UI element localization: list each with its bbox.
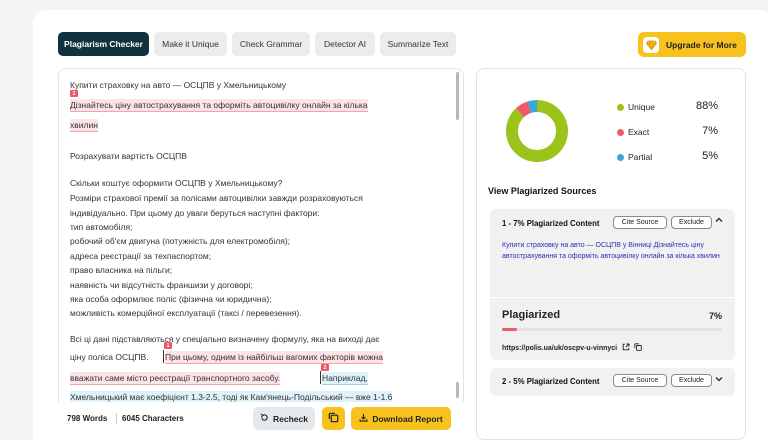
- partial-label: Partial: [628, 152, 653, 162]
- source-heading: 1 - 7% Plagiarized Content: [502, 219, 600, 228]
- plagiarized-label: Plagiarized: [502, 309, 561, 321]
- refresh-icon: [260, 413, 269, 424]
- text-line: адреса реєстрації за техпаспортом;: [70, 251, 212, 261]
- upgrade-button[interactable]: Upgrade for More: [638, 32, 746, 57]
- donut-chart: [505, 100, 568, 162]
- copy-icon: [328, 410, 339, 428]
- cite-source-button[interactable]: Cite Source: [613, 216, 667, 229]
- editor-scrollbar[interactable]: [456, 72, 459, 120]
- highlight-exact[interactable]: вважати саме місто реєстрації транспортн…: [70, 372, 281, 385]
- highlight-exact[interactable]: Дізнайтесь ціну автострахування та оформ…: [70, 99, 368, 112]
- text-line: Скільки коштує оформити ОСЦПВ у Хмельниц…: [70, 178, 283, 188]
- partial-value: 5%: [702, 150, 718, 162]
- source-snippet: Купити страховку на авто — ОСЦПВ у Вінни…: [502, 242, 720, 260]
- tab-make-it-unique[interactable]: Make it Unique: [154, 32, 227, 56]
- text-line: Наприклад,: [322, 372, 368, 385]
- text-line: При цьому, одним із найбільш вагомих фак…: [165, 351, 383, 364]
- text-caret: [320, 371, 321, 384]
- exact-value: 7%: [702, 125, 718, 137]
- match-marker[interactable]: 2: [321, 364, 329, 371]
- tab-check-grammar[interactable]: Check Grammar: [232, 32, 310, 56]
- text-caret: [163, 350, 164, 363]
- exact-label: Exact: [628, 127, 650, 137]
- plagiarized-value: 7%: [708, 311, 722, 321]
- text-line: Хмельницький має коефіцієнт 1.3-2.5, тод…: [70, 391, 393, 404]
- divider: [116, 413, 117, 424]
- partial-dot: [617, 154, 624, 161]
- unique-dot: [617, 104, 624, 111]
- text-line: вважати саме місто реєстрації транспортн…: [70, 372, 281, 385]
- chevron-down-icon[interactable]: [714, 374, 724, 386]
- exclude-button[interactable]: Exclude: [671, 374, 712, 387]
- download-icon: [359, 413, 368, 424]
- tab-plagiarism-checker[interactable]: Plagiarism Checker: [58, 32, 149, 56]
- text-line: право власника на пільги;: [70, 265, 173, 275]
- highlight-partial[interactable]: Наприклад,: [322, 372, 368, 385]
- text-line: хвилин: [70, 119, 98, 132]
- source-card-1: [490, 209, 735, 360]
- recheck-button[interactable]: Recheck: [253, 407, 315, 430]
- text-line: робочий об'єм двигуна (потужність для ел…: [70, 236, 291, 246]
- copy-link-icon[interactable]: [634, 343, 642, 353]
- copy-button[interactable]: [322, 407, 345, 430]
- plagiarized-bar-fill: [502, 328, 518, 331]
- text-line: Дізнайтесь ціну автострахування та оформ…: [70, 99, 368, 112]
- text-line: можливість комерційної експлуатації (так…: [70, 308, 302, 318]
- download-report-button[interactable]: Download Report: [351, 407, 451, 430]
- unique-value: 88%: [695, 100, 718, 112]
- tab-detector-ai[interactable]: Detector AI: [315, 32, 375, 56]
- tab-summarize-text[interactable]: Summarize Text: [380, 32, 456, 56]
- text-line: Розрахувати вартість ОСЦПВ: [70, 151, 187, 161]
- text-line: Купити страховку на авто — ОСЦПВ у Хмель…: [70, 80, 287, 90]
- highlight-exact[interactable]: хвилин: [70, 119, 98, 132]
- text-line: ціну поліса ОСЦПВ.: [70, 352, 149, 362]
- word-count: 798 Words: [67, 414, 108, 423]
- text-line: Розміри страхової премії за полісами авт…: [70, 193, 363, 203]
- external-link-icon[interactable]: [622, 343, 630, 353]
- recheck-label: Recheck: [273, 413, 308, 424]
- divider: [490, 297, 735, 298]
- cite-source-button[interactable]: Cite Source: [613, 374, 667, 387]
- download-label: Download Report: [372, 413, 443, 424]
- diamond-icon: [643, 36, 659, 53]
- upgrade-label: Upgrade for More: [666, 39, 737, 50]
- editor-scrollbar-lower[interactable]: [456, 382, 459, 398]
- exclude-button[interactable]: Exclude: [671, 216, 712, 229]
- text-line: наявність чи відсутність франшизи у дого…: [70, 280, 253, 290]
- source-url-text[interactable]: https://polis.ua/uk/oscpv-u-vinnyci: [502, 345, 617, 352]
- match-marker[interactable]: 1: [164, 342, 172, 349]
- unique-label: Unique: [628, 102, 655, 112]
- text-line: тип автомобіля;: [70, 222, 133, 232]
- source-url[interactable]: https://polis.ua/uk/oscpv-u-vinnyci: [502, 343, 642, 353]
- chevron-up-icon[interactable]: [714, 215, 724, 227]
- match-marker[interactable]: 2: [70, 90, 78, 97]
- text-line: Всі ці дані підставляються у спеціально …: [70, 334, 380, 344]
- source-heading: 2 - 5% Plagiarized Content: [502, 377, 600, 386]
- character-count: 6045 Characters: [122, 414, 184, 423]
- sources-title: View Plagiarized Sources: [488, 186, 597, 196]
- text-line: яка особа оформлює поліс (фізична чи юри…: [70, 294, 272, 304]
- exact-dot: [617, 129, 624, 136]
- text-line: індивідуально. При цьому до уваги беруть…: [70, 208, 320, 218]
- highlight-exact[interactable]: При цьому, одним із найбільш вагомих фак…: [165, 351, 383, 364]
- plagiarized-bar: [502, 328, 722, 331]
